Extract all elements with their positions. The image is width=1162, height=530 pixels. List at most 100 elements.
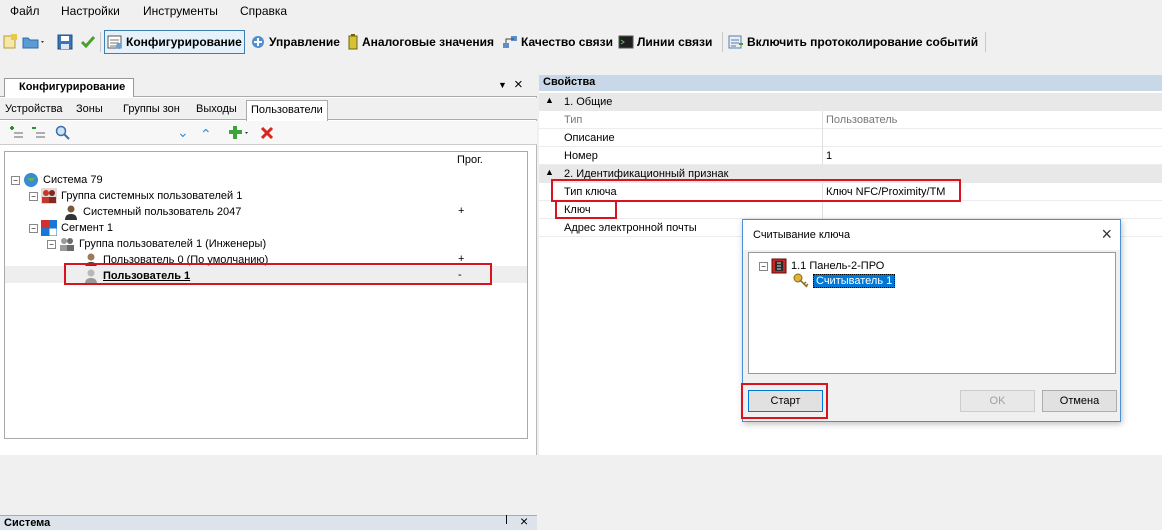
tree-toolbar: ⌄ ⌃ [0, 121, 537, 145]
collapse-toggle-icon[interactable]: − [11, 175, 20, 185]
tree-node-label: Сегмент 1 [61, 222, 114, 234]
new-config-icon[interactable] [2, 34, 18, 53]
close-icon[interactable]: × [1101, 224, 1112, 245]
menu-help[interactable]: Справка [240, 4, 287, 18]
control-icon [250, 34, 266, 50]
analog-values-label: Аналоговые значения [362, 35, 495, 49]
collapse-chevron-icon[interactable]: ▲ [545, 95, 554, 105]
enable-logging-button[interactable]: Включить протоколирование событий [728, 30, 978, 54]
tree-node-reader-1[interactable]: Считыватель 1 [793, 273, 896, 289]
divider [822, 129, 823, 147]
open-folder-icon[interactable] [22, 34, 46, 53]
tree-node-system[interactable]: − Система 79 [11, 172, 103, 188]
collapse-toggle-icon[interactable]: − [29, 191, 38, 201]
bottom-panel-header: Система ꟾ × [0, 513, 537, 530]
dropdown-arrow-icon[interactable]: ▼ [498, 80, 507, 90]
divider [822, 147, 823, 165]
toolbar-separator [100, 32, 101, 52]
tree-node-label-selected: Считыватель 1 [813, 274, 896, 288]
column-header-prog: Прог. [457, 154, 483, 166]
analog-values-button[interactable]: Аналоговые значения [347, 30, 494, 54]
tab-outputs[interactable]: Выходы [196, 103, 237, 115]
collapse-all-icon[interactable] [30, 125, 46, 144]
configure-label: Конфигурирование [126, 35, 242, 49]
device-tree: − 1.1 Панель-2-ПРО Считыватель 1 [748, 252, 1116, 374]
save-icon[interactable] [57, 34, 73, 53]
apply-check-icon[interactable] [80, 34, 96, 53]
tab-zones[interactable]: Зоны [76, 103, 103, 115]
control-label: Управление [269, 35, 340, 49]
tab-users[interactable]: Пользователи [246, 100, 328, 121]
prop-name: Описание [564, 132, 615, 144]
tab-devices[interactable]: Устройства [5, 103, 63, 115]
toolbar-separator [722, 32, 723, 52]
tree-node-label: Группа системных пользователей 1 [61, 190, 243, 202]
close-icon[interactable]: × [514, 76, 523, 93]
menu-bar: Файл Настройки Инструменты Справка [0, 0, 1162, 24]
prop-row-description[interactable]: Описание [539, 129, 1162, 147]
prog-value: + [458, 205, 465, 217]
tab-zone-groups[interactable]: Группы зон [123, 103, 180, 115]
tree-node-system-user-2047[interactable]: Системный пользователь 2047 [63, 204, 241, 220]
link-quality-label: Качество связи [521, 35, 613, 49]
bottom-panel-title: Система [4, 517, 51, 529]
collapse-chevron-icon[interactable]: ▲ [545, 167, 554, 177]
search-icon[interactable] [55, 125, 71, 144]
tabs-bar: Устройства Зоны Группы зон Выходы Пользо… [0, 98, 537, 121]
battery-icon [347, 34, 359, 50]
control-button[interactable]: Управление [250, 30, 340, 54]
collapse-toggle-icon[interactable]: − [759, 261, 768, 271]
panel-title-tab[interactable]: Конфигурирование [4, 78, 135, 97]
ok-button[interactable]: OK [960, 390, 1035, 412]
tree-node-panel[interactable]: − 1.1 Панель-2-ПРО [759, 258, 884, 274]
divider [822, 201, 823, 219]
log-icon [728, 34, 744, 50]
prop-name: Тип [564, 114, 583, 126]
link-quality-button[interactable]: Качество связи [502, 30, 613, 54]
category-general[interactable]: ▲ 1. Общие [539, 93, 1162, 111]
close-icon[interactable]: × [520, 513, 528, 529]
highlight-box-key-type [551, 179, 961, 202]
move-down-icon[interactable]: ⌄ [177, 124, 189, 141]
terminal-icon [618, 34, 634, 50]
collapse-toggle-icon[interactable]: − [47, 239, 56, 249]
prop-value[interactable]: 1 [826, 150, 832, 162]
menu-tools[interactable]: Инструменты [143, 4, 218, 18]
collapse-toggle-icon[interactable]: − [29, 223, 38, 233]
tree-node-label: 1.1 Панель-2-ПРО [791, 260, 885, 272]
category-label: 1. Общие [564, 96, 613, 108]
highlight-box-key [555, 200, 617, 219]
pin-icon[interactable]: ꟾ [505, 516, 508, 527]
control-panel-icon [771, 258, 787, 274]
prop-row-type[interactable]: Тип Пользователь [539, 111, 1162, 129]
add-icon[interactable] [228, 124, 250, 145]
move-up-icon[interactable]: ⌃ [200, 126, 212, 143]
tree-node-label: Группа пользователей 1 (Инженеры) [79, 238, 267, 250]
globe-icon [23, 172, 39, 188]
comm-lines-button[interactable]: Линии связи [618, 30, 712, 54]
prop-value: Пользователь [826, 114, 898, 126]
user-group-icon [41, 188, 57, 204]
enable-logging-label: Включить протоколирование событий [747, 35, 979, 49]
menu-file[interactable]: Файл [10, 4, 40, 18]
panel-header: Конфигурирование ▼ × [0, 75, 537, 97]
prop-row-key[interactable]: Ключ [539, 201, 1162, 219]
user-icon [63, 204, 79, 220]
highlight-box-start [741, 383, 828, 419]
prop-row-number[interactable]: Номер 1 [539, 147, 1162, 165]
expand-all-icon[interactable] [8, 125, 24, 144]
segment-icon [41, 220, 58, 237]
toolbar: Конфигурирование Управление Аналоговые з… [0, 26, 1162, 60]
configure-button[interactable]: Конфигурирование [104, 30, 245, 54]
delete-icon[interactable] [259, 125, 275, 144]
cancel-button[interactable]: Отмена [1042, 390, 1117, 412]
tree-node-label: Системный пользователь 2047 [83, 206, 242, 218]
user-group-icon [59, 236, 75, 252]
menu-settings[interactable]: Настройки [61, 4, 120, 18]
prop-name: Адрес электронной почты [564, 222, 697, 234]
tree-node-engineers-group[interactable]: − Группа пользователей 1 (Инженеры) [47, 236, 266, 252]
highlight-box-user-1 [64, 263, 492, 285]
tree-node-segment[interactable]: − Сегмент 1 [29, 220, 114, 237]
dialog-titlebar: Считывание ключа × [743, 220, 1120, 250]
tree-node-system-users-group[interactable]: − Группа системных пользователей 1 [29, 188, 242, 204]
